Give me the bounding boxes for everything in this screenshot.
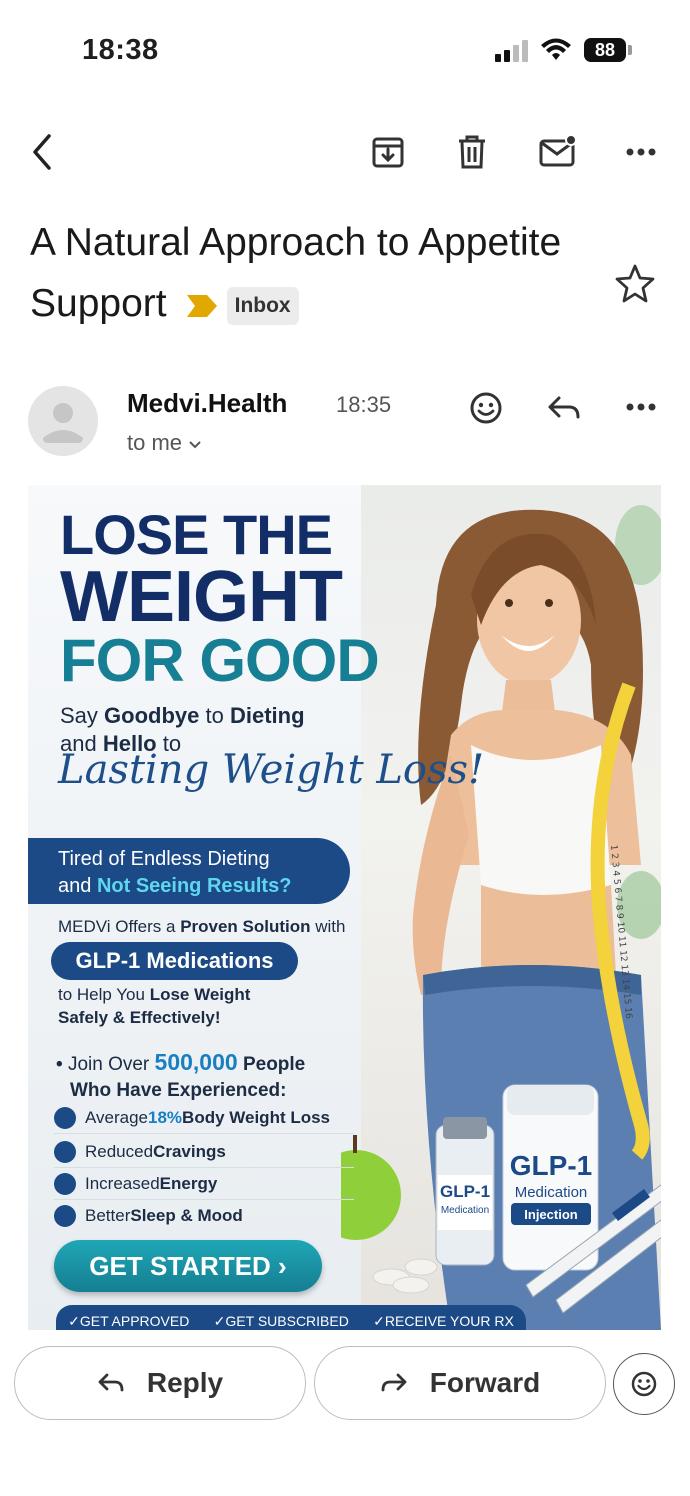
reply-icon (98, 1373, 124, 1392)
forward-icon (381, 1373, 407, 1392)
mark-unread-button[interactable] (536, 130, 580, 172)
message-more-button[interactable] (620, 392, 662, 422)
star-button[interactable] (612, 260, 658, 306)
step-receive-rx: ✓RECEIVE YOUR RX (373, 1312, 514, 1329)
recipient-text: to me (127, 430, 183, 455)
no-cravings-icon (54, 1141, 76, 1163)
delete-button[interactable] (452, 132, 492, 172)
sent-time: 18:35 (336, 392, 392, 417)
headline-for-good: FOR GOOD (60, 627, 380, 694)
more-options-button[interactable] (620, 136, 662, 168)
smiley-icon (631, 1371, 657, 1397)
benefit-cravings: Reduced Cravings (54, 1137, 354, 1168)
step-approved: ✓GET APPROVED (68, 1312, 190, 1329)
battery-level: 88 (584, 38, 626, 62)
status-time: 18:38 (82, 34, 159, 66)
back-arrow-icon (33, 134, 51, 170)
jar-tag: Injection (524, 1207, 578, 1222)
lightning-icon (54, 1173, 76, 1195)
more-horizontal-icon (626, 148, 656, 156)
get-started-button[interactable]: GET STARTED › (54, 1240, 322, 1292)
email-subject: A Natural Approach to Appetite Support In… (30, 212, 590, 334)
reply-label: Reply (146, 1367, 224, 1398)
step-subscribed: ✓GET SUBSCRIBED (213, 1312, 349, 1329)
reply-icon (548, 396, 580, 419)
sender-name[interactable]: Medvi.Health (127, 388, 287, 419)
promo-banner-image[interactable]: 1 2 3 4 5 6 7 8 9 10 11 12 13 14 15 16 G… (28, 485, 661, 1330)
tagline-line-1: Say Goodbye to Dieting (60, 703, 305, 728)
add-reaction-button[interactable] (466, 388, 506, 428)
social-proof: • Join Over 500,000 People Who Have Expe… (56, 1049, 306, 1101)
archive-icon (372, 137, 404, 168)
jar-sub-label: Medication (515, 1184, 588, 1201)
jar-label: GLP-1 (510, 1150, 592, 1181)
chevron-down-icon (189, 441, 201, 449)
help-text: to Help You Lose Weight Safely & Effecti… (58, 985, 251, 1027)
battery-icon (628, 45, 632, 55)
archive-button[interactable] (368, 132, 408, 172)
glp-medications-pill: GLP-1 Medications (51, 942, 298, 980)
headline-weight: WEIGHT (60, 557, 343, 637)
recipient-details-toggle[interactable]: to me (127, 430, 202, 456)
benefit-weight-loss: Average 18% Body Weight Loss (54, 1103, 354, 1134)
wifi-icon (540, 38, 572, 67)
chart-icon (54, 1107, 76, 1129)
smiley-icon (470, 392, 502, 424)
signal-icon (495, 40, 529, 67)
emoji-reaction-button[interactable] (613, 1353, 675, 1415)
person-icon (43, 403, 83, 443)
vial-sub-label: Medication (441, 1205, 489, 1216)
woman-illustration: 1 2 3 4 5 6 7 8 9 10 11 12 13 14 15 16 G… (341, 505, 661, 1330)
benefit-sleep: Better Sleep & Mood (54, 1201, 354, 1231)
reply-button[interactable]: Reply (14, 1346, 306, 1420)
forward-label: Forward (429, 1367, 541, 1398)
back-button[interactable] (22, 130, 62, 174)
sender-avatar[interactable] (28, 386, 98, 456)
steps-bar: ✓GET APPROVED ✓GET SUBSCRIBED ✓RECEIVE Y… (56, 1305, 526, 1330)
script-headline: Lasting Weight Loss! (58, 747, 485, 793)
mail-unread-icon (539, 134, 577, 167)
forward-button[interactable]: Forward (314, 1346, 606, 1420)
star-icon (615, 264, 655, 303)
offer-text: MEDVi Offers a Proven Solution with (58, 917, 346, 936)
benefit-energy: Increased Energy (54, 1169, 354, 1200)
more-horizontal-icon (626, 403, 656, 411)
vial-label: GLP-1 (440, 1182, 490, 1201)
problem-pill: Tired of Endless Dieting and Not Seeing … (28, 838, 350, 904)
moon-icon (54, 1205, 76, 1227)
reply-quick-button[interactable] (544, 390, 584, 426)
trash-icon (459, 135, 485, 169)
inbox-label-chip[interactable]: Inbox (226, 286, 299, 325)
important-marker-icon[interactable] (186, 294, 217, 317)
headline-lose-the: LOSE THE (60, 503, 333, 566)
